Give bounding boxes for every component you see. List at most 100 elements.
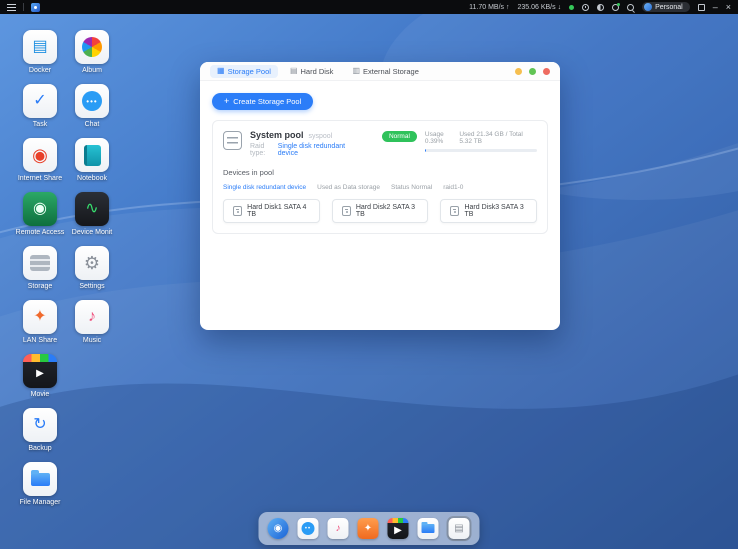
minimize-icon[interactable]: – <box>713 3 718 12</box>
pool-meta-row: Single disk redundant device Used as Dat… <box>223 184 537 191</box>
desktop-icon-settings[interactable]: ⚙ Settings <box>66 246 118 300</box>
topbar-divider <box>23 3 24 11</box>
desktop-icon-internet-share[interactable]: ◉ Internet Share <box>14 138 66 192</box>
storage-icon <box>23 246 57 280</box>
desktop-icon-docker[interactable]: ▤ Docker <box>14 30 66 84</box>
dock-item-lan-share[interactable]: ✦ <box>357 517 380 540</box>
user-chip[interactable]: Personal <box>642 2 690 12</box>
desktop-icon-label: Remote Access <box>16 229 65 237</box>
desktop-icon-device-monitor[interactable]: ∿ Device Monit <box>66 192 118 246</box>
desktop-icon-notebook[interactable]: Notebook <box>66 138 118 192</box>
moon-icon[interactable] <box>597 4 604 11</box>
desktop-icon-label: Device Monit <box>72 229 112 237</box>
desktop-icon-backup[interactable]: ↻ Backup <box>14 408 66 462</box>
desktop-icon-label: Chat <box>85 121 100 129</box>
avatar <box>644 3 652 11</box>
storage-window: ▦ Storage Pool ▤ Hard Disk ▥ External St… <box>200 62 560 330</box>
desktop-icon-chat[interactable]: ••• Chat <box>66 84 118 138</box>
desktop-icon-lan-share[interactable]: ✦ LAN Share <box>14 300 66 354</box>
desktop-icon-label: Task <box>33 121 47 129</box>
close-icon[interactable]: × <box>726 3 731 12</box>
hard-disk-tab-icon: ▤ <box>290 67 298 75</box>
pool-name: System pool <box>250 130 304 140</box>
desktop-icon-label: Notebook <box>77 175 107 183</box>
internet-share-icon: ◉ <box>23 138 57 172</box>
tab-storage-pool[interactable]: ▦ Storage Pool <box>210 65 278 78</box>
desktop-icon-label: Movie <box>31 391 50 399</box>
music-icon: ♪ <box>75 300 109 334</box>
plus-icon: + <box>224 97 229 105</box>
hard-disk-icon <box>233 206 242 216</box>
device-monitor-icon: ∿ <box>75 192 109 226</box>
chat-icon: ••• <box>75 84 109 118</box>
close-light[interactable] <box>543 68 550 75</box>
notebook-icon <box>75 138 109 172</box>
minimize-light[interactable] <box>515 68 522 75</box>
storage-pool-panel: + Create Storage Pool System pool syspoo… <box>200 81 560 244</box>
desktop-icon-label: Backup <box>28 445 51 453</box>
pool-meta-raid-id: raid1-0 <box>443 184 463 191</box>
pool-meta-raid-link[interactable]: Single disk redundant device <box>223 184 306 191</box>
maximize-light[interactable] <box>529 68 536 75</box>
desktop-icon-label: File Manager <box>20 499 61 507</box>
desktop-icon-label: Album <box>82 67 102 75</box>
lan-share-icon: ✦ <box>358 518 379 539</box>
clock-icon[interactable] <box>582 4 589 11</box>
disk-chip-label: Hard Disk2 SATA 3 TB <box>356 204 419 218</box>
download-speed: 235.06 KB/s ↓ <box>517 4 561 11</box>
pool-status-badge: Normal <box>382 131 417 142</box>
desktop-icon-task[interactable]: ✓ Task <box>14 84 66 138</box>
pool-meta-usage: Used as Data storage <box>317 184 380 191</box>
desktop-icon-file-manager[interactable]: File Manager <box>14 462 66 516</box>
hard-disk-icon <box>450 206 459 216</box>
file-manager-icon <box>23 462 57 496</box>
hard-disk-icon <box>342 206 351 216</box>
album-icon <box>75 30 109 64</box>
fullscreen-icon[interactable] <box>698 4 705 11</box>
dock-item-storage[interactable]: ▤ <box>447 516 472 541</box>
tab-hard-disk[interactable]: ▤ Hard Disk <box>283 65 341 78</box>
music-icon: ♪ <box>328 518 349 539</box>
desktop-icon-remote-access[interactable]: ◉ Remote Access <box>14 192 66 246</box>
tab-label: External Storage <box>363 67 419 76</box>
disk-chip-label: Hard Disk1 SATA 4 TB <box>247 204 310 218</box>
external-storage-tab-icon: ▥ <box>352 67 360 75</box>
desktop-icon-storage[interactable]: Storage <box>14 246 66 300</box>
task-icon: ✓ <box>23 84 57 118</box>
system-pool-card: System pool syspool Raid type: Single di… <box>212 120 548 234</box>
desktop-icon-movie[interactable]: ▶ Movie <box>14 354 66 408</box>
raid-type-label: Raid type: <box>250 143 275 157</box>
raid-type-link[interactable]: Single disk redundant device <box>278 143 348 157</box>
disk-chip-1[interactable]: Hard Disk1 SATA 4 TB <box>223 199 320 223</box>
disk-chip-2[interactable]: Hard Disk2 SATA 3 TB <box>332 199 429 223</box>
dock-item-chat[interactable]: •• <box>297 517 320 540</box>
dock-item-movie[interactable]: ▶ <box>387 517 410 540</box>
dock-item-music[interactable]: ♪ <box>327 517 350 540</box>
desktop-icon-label: Settings <box>79 283 104 291</box>
tab-label: Storage Pool <box>228 67 271 76</box>
devices-in-pool-title: Devices in pool <box>223 168 537 177</box>
disk-chip-3[interactable]: Hard Disk3 SATA 3 TB <box>440 199 537 223</box>
pool-capacity-text: Used 21.34 GB / Total 5.32 TB <box>459 131 537 145</box>
storage-icon: ▤ <box>449 518 470 539</box>
upload-speed: 11.70 MB/s ↑ <box>469 4 509 11</box>
top-menu-bar: 11.70 MB/s ↑ 235.06 KB/s ↓ Personal – × <box>0 0 738 14</box>
bell-icon[interactable] <box>612 4 619 11</box>
pool-alias: syspool <box>309 133 333 140</box>
docker-icon: ▤ <box>23 30 57 64</box>
pool-usage-bar-fill <box>425 149 426 152</box>
create-storage-pool-button[interactable]: + Create Storage Pool <box>212 93 313 110</box>
dock-item-file-manager[interactable] <box>417 517 440 540</box>
tab-external-storage[interactable]: ▥ External Storage <box>345 65 425 78</box>
pool-meta-status: Status Normal <box>391 184 432 191</box>
desktop-icon-label: Docker <box>29 67 51 75</box>
search-icon[interactable] <box>627 4 634 11</box>
desktop-icon-album[interactable]: Album <box>66 30 118 84</box>
dock-item-remote-access[interactable]: ◉ <box>267 517 290 540</box>
desktop-icon-music[interactable]: ♪ Music <box>66 300 118 354</box>
os-logo-icon[interactable] <box>31 3 40 12</box>
status-dot <box>569 5 574 10</box>
menu-icon[interactable] <box>7 4 16 11</box>
disk-chip-list: Hard Disk1 SATA 4 TB Hard Disk2 SATA 3 T… <box>223 199 537 223</box>
movie-icon: ▶ <box>388 518 409 539</box>
